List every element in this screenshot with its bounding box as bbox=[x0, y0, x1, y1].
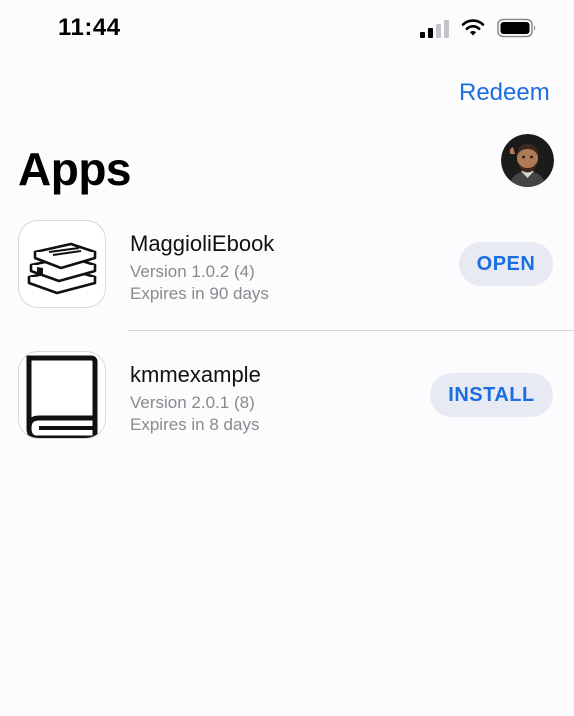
page-title: Apps bbox=[18, 143, 132, 195]
list-divider bbox=[128, 330, 574, 331]
app-name: kmmexample bbox=[130, 362, 261, 387]
app-row-kmmexample: kmmexample Version 2.0.1 (8) Expires in … bbox=[0, 351, 574, 461]
app-icon[interactable] bbox=[18, 351, 106, 439]
books-stack-icon bbox=[27, 242, 97, 295]
app-row-maggioliebook: MaggioliEbook Version 1.0.2 (4) Expires … bbox=[0, 220, 574, 330]
app-version: Version 2.0.1 (8) bbox=[130, 393, 255, 412]
battery-icon bbox=[497, 18, 536, 38]
app-expiry: Expires in 8 days bbox=[130, 415, 260, 434]
redeem-button[interactable]: Redeem bbox=[459, 79, 550, 107]
avatar-memoji-icon bbox=[501, 134, 554, 187]
app-version: Version 1.0.2 (4) bbox=[130, 262, 255, 281]
app-icon[interactable] bbox=[18, 220, 106, 308]
status-bar: 11:44 bbox=[0, 0, 574, 56]
open-button[interactable]: OPEN bbox=[459, 242, 553, 286]
status-time: 11:44 bbox=[58, 14, 121, 41]
app-expiry: Expires in 90 days bbox=[130, 284, 269, 303]
install-button[interactable]: INSTALL bbox=[430, 373, 553, 417]
avatar[interactable] bbox=[501, 134, 554, 187]
book-icon bbox=[26, 355, 98, 438]
wifi-icon bbox=[461, 19, 485, 36]
app-name: MaggioliEbook bbox=[130, 231, 275, 256]
cellular-signal-icon bbox=[420, 20, 449, 38]
